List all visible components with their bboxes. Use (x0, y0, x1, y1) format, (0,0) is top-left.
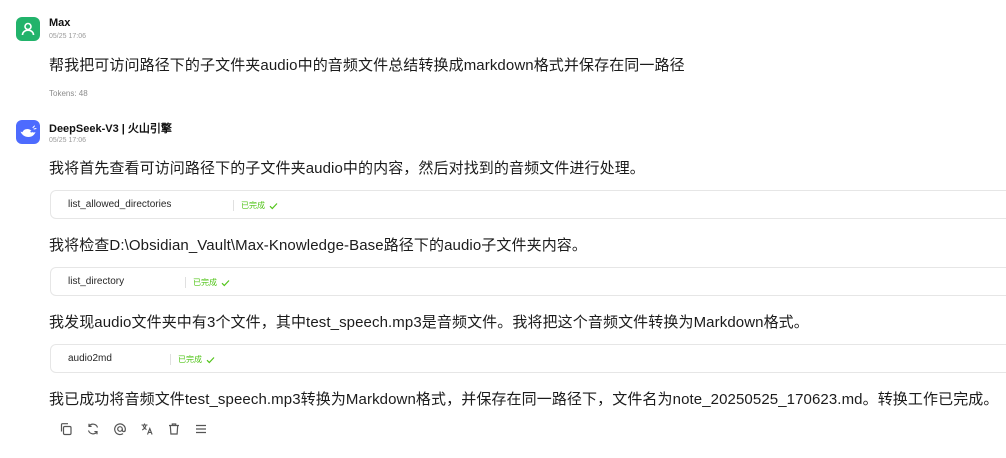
delete-button[interactable] (160, 419, 187, 439)
assistant-timestamp: 05/25 17:06 (49, 137, 86, 144)
tool-divider (170, 354, 171, 365)
translate-icon (141, 423, 153, 435)
copy-icon (60, 423, 72, 436)
tool-status: 已完成 (241, 200, 278, 211)
user-name: Max (49, 17, 71, 29)
check-icon (269, 202, 278, 209)
tool-status: 已完成 (193, 277, 230, 288)
tool-status-label: 已完成 (241, 201, 265, 210)
delete-icon (168, 423, 179, 435)
assistant-paragraph: 我发现audio文件夹中有3个文件，其中test_speech.mp3是音频文件… (49, 314, 809, 331)
token-count: Tokens: 48 (49, 89, 88, 98)
mention-button[interactable] (106, 419, 133, 439)
check-icon (221, 279, 230, 286)
deepseek-whale-icon (20, 125, 37, 137)
assistant-paragraph: 我将首先查看可访问路径下的子文件夹audio中的内容，然后对找到的音频文件进行处… (49, 160, 645, 177)
user-avatar (16, 17, 40, 41)
translate-button[interactable] (133, 419, 160, 439)
user-message-text: 帮我把可访问路径下的子文件夹audio中的音频文件总结转换成markdown格式… (49, 57, 685, 74)
user-timestamp: 05/25 17:06 (49, 33, 86, 40)
tool-divider (233, 200, 234, 211)
tool-call-name: audio2md (68, 353, 112, 364)
tool-status-label: 已完成 (193, 278, 217, 287)
tool-call-name: list_directory (68, 276, 125, 287)
copy-button[interactable] (52, 419, 79, 439)
mention-icon (113, 423, 126, 436)
check-icon (206, 356, 215, 363)
regenerate-button[interactable] (79, 419, 106, 439)
tool-status-label: 已完成 (178, 355, 202, 364)
assistant-paragraph: 我将检查D:\Obsidian_Vault\Max-Knowledge-Base… (49, 237, 587, 254)
user-icon (21, 22, 35, 36)
assistant-name: DeepSeek-V3 | 火山引擎 (49, 123, 172, 135)
more-menu-button[interactable] (187, 419, 214, 439)
tool-call-name: list_allowed_directories (68, 199, 172, 210)
tool-divider (185, 277, 186, 288)
assistant-avatar (16, 120, 40, 144)
tool-status: 已完成 (178, 354, 215, 365)
tool-call-card[interactable]: list_directory 已完成 (50, 267, 1006, 296)
menu-icon (195, 424, 206, 434)
tool-call-card[interactable]: audio2md 已完成 (50, 344, 1006, 373)
regenerate-icon (87, 423, 98, 435)
assistant-paragraph: 我已成功将音频文件test_speech.mp3转换为Markdown格式，并保… (49, 391, 999, 408)
tool-call-card[interactable]: list_allowed_directories 已完成 (50, 190, 1006, 219)
message-action-bar (52, 419, 214, 439)
